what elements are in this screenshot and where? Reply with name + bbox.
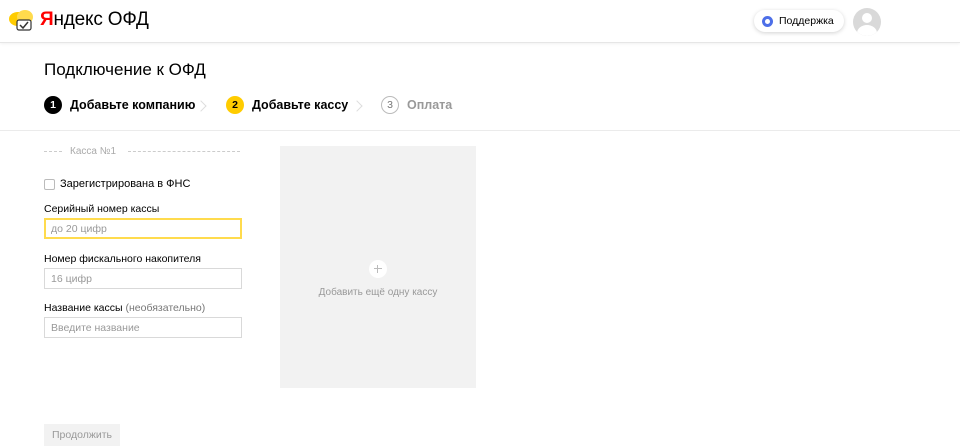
- kassa-name-label-text: Название кассы: [44, 302, 123, 314]
- step-label-1: Добавьте компанию: [70, 98, 196, 112]
- serial-number-input[interactable]: [44, 218, 242, 239]
- kassa-name-input[interactable]: [44, 317, 242, 338]
- logo-brand-rest: ндекс: [53, 9, 103, 30]
- support-icon: [762, 15, 773, 27]
- step-number-3: 3: [381, 96, 399, 114]
- plus-icon: [369, 260, 387, 278]
- logo-brand-initial: Я: [40, 9, 54, 30]
- continue-button[interactable]: Продолжить: [44, 424, 120, 446]
- support-label: Поддержка: [779, 15, 834, 27]
- step-label-2: Добавьте кассу: [252, 98, 349, 112]
- divider: [128, 151, 240, 152]
- fiscal-number-input[interactable]: [44, 268, 242, 289]
- registered-fns-checkbox-row[interactable]: Зарегистрирована в ФНС: [44, 178, 190, 190]
- step-label-3: Оплата: [407, 98, 453, 112]
- step-number-1: 1: [44, 96, 62, 114]
- add-kassa-card[interactable]: Добавить ещё одну кассу: [280, 146, 476, 388]
- chevron-right-icon: [199, 100, 207, 112]
- divider: [44, 151, 62, 152]
- step-number-2: 2: [226, 96, 244, 114]
- fiscal-number-label: Номер фискального накопителя: [44, 253, 201, 265]
- step-kassa[interactable]: 2 Добавьте кассу: [226, 96, 348, 114]
- logo-product: ОФД: [107, 9, 149, 30]
- step-payment: 3 Оплата: [381, 96, 452, 114]
- chevron-right-icon: [355, 100, 363, 112]
- kassa-title-text: Касса №1: [70, 146, 117, 157]
- logo-cloud-icon: [8, 8, 36, 32]
- registered-fns-label: Зарегистрирована в ФНС: [60, 178, 191, 190]
- step-company[interactable]: 1 Добавьте компанию: [44, 96, 195, 114]
- logo[interactable]: Яндекс ОФД: [8, 8, 149, 32]
- page-title: Подключение к ОФД: [44, 60, 206, 79]
- stepper-area: [0, 44, 960, 131]
- top-header: Яндекс ОФД Поддержка: [0, 0, 960, 43]
- optional-hint: (необязательно): [125, 302, 206, 314]
- registered-fns-checkbox[interactable]: [44, 178, 55, 190]
- logo-text: Яндекс ОФД: [40, 9, 149, 31]
- user-avatar-icon[interactable]: [853, 8, 881, 36]
- serial-number-label: Серийный номер кассы: [44, 203, 160, 215]
- add-kassa-label: Добавить ещё одну кассу: [318, 287, 438, 298]
- kassa-name-label: Название кассы (необязательно): [44, 302, 205, 314]
- support-button[interactable]: Поддержка: [754, 10, 844, 32]
- kassa-section-title: Касса №1: [44, 146, 240, 157]
